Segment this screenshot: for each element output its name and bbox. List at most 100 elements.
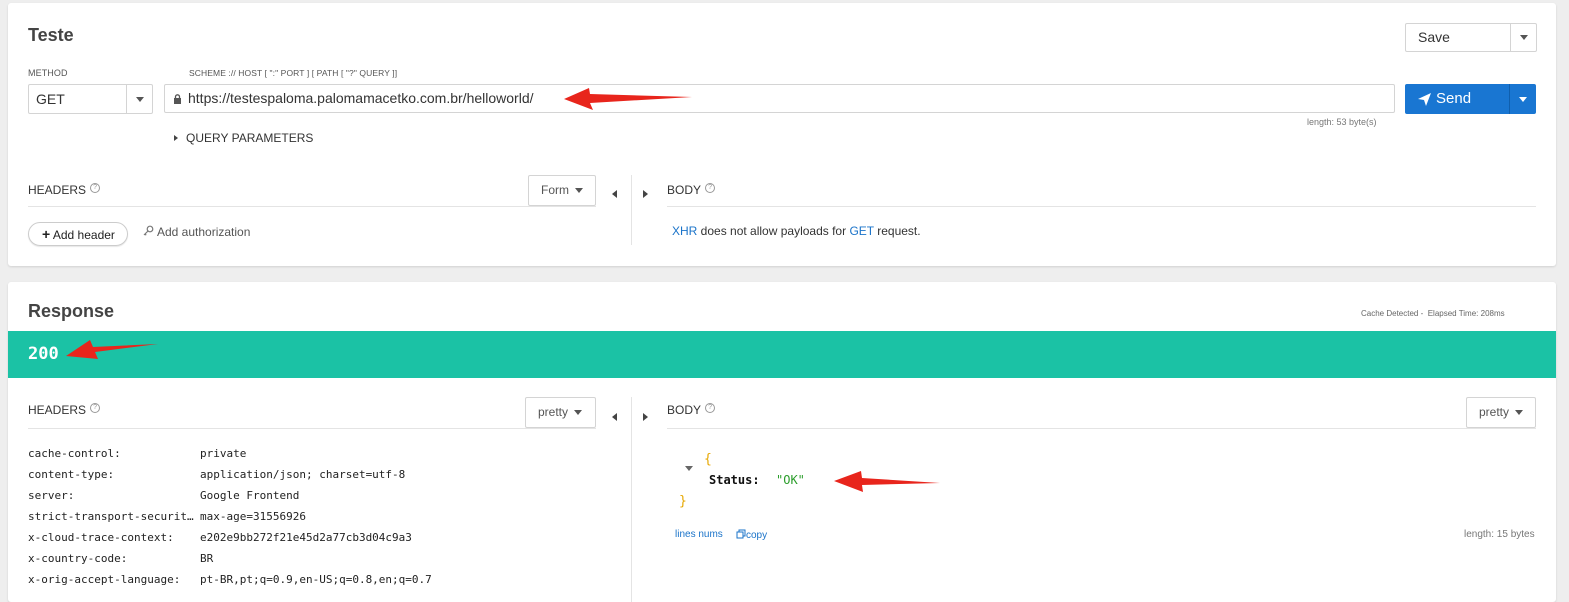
response-panel: Response Cache Detected - Elapsed Time: … (8, 282, 1556, 602)
query-parameters-label: QUERY PARAMETERS (186, 131, 314, 145)
collapse-left-button[interactable] (612, 408, 617, 426)
pretty-label: pretty (1479, 405, 1510, 419)
request-headers-label: HEADERS? (28, 183, 101, 197)
request-title: Teste (28, 25, 74, 45)
copy-button[interactable]: copy (736, 529, 767, 541)
chevron-down-icon (136, 97, 144, 102)
help-icon[interactable]: ? (705, 403, 716, 413)
send-icon (1418, 93, 1431, 106)
triangle-right-icon (174, 135, 178, 141)
response-body-label: BODY? (667, 403, 716, 417)
plus-icon: + (42, 226, 51, 242)
json-open-brace: { (704, 452, 712, 467)
json-close-brace: } (679, 494, 687, 509)
json-value: "OK" (776, 473, 805, 487)
save-menu-toggle[interactable] (1511, 24, 1536, 51)
method-label: METHOD (28, 68, 68, 78)
xhr-link[interactable]: XHR (672, 224, 697, 238)
key-icon (143, 225, 154, 236)
request-body-label: BODY? (667, 183, 716, 197)
body-pretty-dropdown[interactable]: pretty (1466, 397, 1536, 428)
copy-icon (736, 529, 746, 539)
header-value: max-age=31556926 (200, 510, 306, 523)
send-menu-toggle[interactable] (1510, 84, 1536, 114)
header-name: strict-transport-securit… (28, 510, 194, 523)
help-icon[interactable]: ? (90, 403, 101, 413)
header-name: x-cloud-trace-context: (28, 531, 174, 544)
header-name: cache-control: (28, 447, 121, 460)
line-numbers-toggle[interactable]: lines nums (675, 529, 723, 540)
body-message-end: request. (873, 224, 921, 238)
header-value: e202e9bb272f21e45d2a77cb3d04c9a3 (200, 531, 412, 544)
send-button[interactable]: Send (1405, 84, 1509, 114)
triangle-left-icon (612, 190, 617, 198)
save-button[interactable]: Save (1406, 24, 1510, 51)
url-length: length: 53 byte(s) (1307, 117, 1377, 127)
header-value: pt-BR,pt;q=0.9,en-US;q=0.8,en;q=0.7 (200, 573, 432, 586)
header-value: Google Frontend (200, 489, 300, 502)
url-value: https://testespaloma.palomamacetko.com.b… (188, 90, 534, 106)
method-select-toggle[interactable] (127, 85, 153, 113)
get-link[interactable]: GET (849, 224, 873, 238)
divider (667, 206, 1536, 207)
panel-splitter[interactable] (631, 175, 632, 245)
collapse-right-button[interactable] (643, 408, 648, 426)
send-label: Send (1436, 90, 1472, 107)
response-headers-label: HEADERS? (28, 403, 101, 417)
json-collapse-toggle[interactable] (685, 458, 693, 476)
body-message-text: does not allow payloads for (697, 224, 850, 238)
divider (28, 428, 596, 429)
url-format-label: SCHEME :// HOST [ ":" PORT ] [ PATH [ "?… (189, 68, 398, 78)
divider (28, 206, 596, 207)
triangle-right-icon (643, 413, 648, 421)
body-label-text: BODY (667, 183, 702, 197)
cache-info: Cache Detected - Elapsed Time: 208ms (1361, 309, 1505, 318)
body-message: XHR does not allow payloads for GET requ… (672, 224, 921, 238)
add-authorization-label: Add authorization (157, 225, 251, 239)
json-key: Status: (709, 473, 760, 487)
chevron-down-icon (685, 466, 693, 471)
header-name: x-country-code: (28, 552, 128, 565)
status-code: 200 (28, 344, 59, 364)
header-value: BR (200, 552, 214, 565)
body-length: length: 15 bytes (1464, 529, 1535, 540)
chevron-down-icon (575, 188, 584, 193)
form-label: Form (541, 183, 569, 197)
chevron-down-icon (1519, 35, 1528, 40)
url-input[interactable]: https://testespaloma.palomamacetko.com.b… (164, 84, 1395, 113)
header-name: server: (28, 489, 75, 502)
headers-format-dropdown[interactable]: Form (528, 175, 596, 206)
status-bar: 200 (8, 331, 1556, 378)
help-icon[interactable]: ? (705, 183, 716, 193)
headers-label-text: HEADERS (28, 403, 87, 417)
header-name: content-type: (28, 468, 115, 481)
headers-label-text: HEADERS (28, 183, 87, 197)
copy-label: copy (746, 530, 768, 541)
collapse-right-button[interactable] (643, 185, 648, 203)
lock-icon (174, 94, 181, 104)
method-select[interactable]: GET (28, 84, 153, 114)
body-label-text: BODY (667, 403, 702, 417)
method-value: GET (36, 91, 65, 107)
triangle-right-icon (643, 190, 648, 198)
chevron-down-icon (574, 410, 583, 415)
add-authorization-link[interactable]: Add authorization (143, 225, 250, 239)
header-name: x-orig-accept-language: (28, 573, 181, 586)
send-split-button: Send (1405, 84, 1536, 114)
divider (667, 428, 1536, 429)
collapse-left-button[interactable] (612, 185, 617, 203)
triangle-left-icon (612, 413, 617, 421)
header-value: application/json; charset=utf-8 (200, 468, 406, 481)
add-header-button[interactable]: + Add header (28, 222, 128, 246)
chevron-down-icon (1519, 97, 1527, 102)
headers-pretty-dropdown[interactable]: pretty (525, 397, 596, 428)
header-value: private (200, 447, 247, 460)
add-header-label: Add header (52, 228, 115, 242)
panel-splitter[interactable] (631, 397, 632, 602)
save-dropdown: Save (1405, 23, 1537, 52)
request-panel: Teste Save METHOD SCHEME :// HOST [ ":" … (8, 3, 1556, 266)
query-parameters-toggle[interactable]: QUERY PARAMETERS (174, 131, 313, 145)
help-icon[interactable]: ? (90, 183, 101, 193)
response-title: Response (28, 301, 115, 321)
chevron-down-icon (1515, 410, 1524, 415)
